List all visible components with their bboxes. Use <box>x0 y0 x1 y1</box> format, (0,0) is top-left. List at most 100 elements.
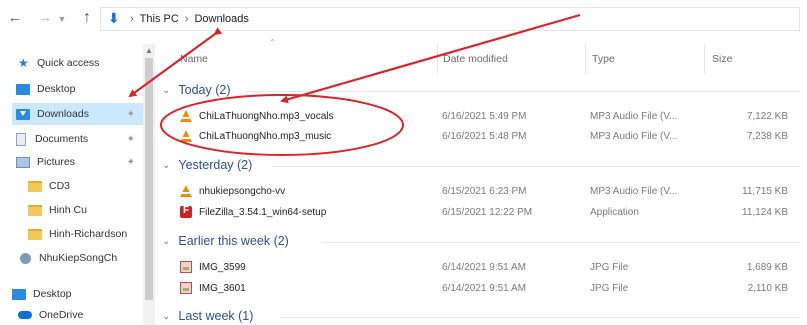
file-date: 6/14/2021 9:51 AM <box>442 283 526 294</box>
group-divider <box>272 166 800 167</box>
breadcrumb-downloads[interactable]: Downloads <box>194 13 248 25</box>
sidebar-item-label: Documents <box>35 133 89 145</box>
column-divider[interactable] <box>437 44 438 74</box>
sidebar-item-nhukiepsongch[interactable]: NhuKiepSongCh <box>18 247 143 269</box>
file-type: MP3 Audio File (V... <box>590 131 678 142</box>
file-row[interactable]: IMG_3599 6/14/2021 9:51 AM JPG File 1,68… <box>160 257 800 277</box>
pictures-icon <box>16 156 30 168</box>
group-header-earlier-this-week[interactable]: ⌄ Earlier this week (2) <box>162 231 289 251</box>
column-header-type[interactable]: Type <box>592 46 702 72</box>
file-date: 6/16/2021 5:48 PM <box>442 131 527 142</box>
file-name: FileZilla_3.54.1_win64-setup <box>199 206 327 218</box>
column-header-size[interactable]: Size <box>712 46 792 72</box>
chevron-down-icon[interactable]: ⌄ <box>162 311 170 322</box>
breadcrumb-separator-icon: › <box>184 13 189 25</box>
file-size: 2,110 KB <box>747 283 788 294</box>
chevron-down-icon[interactable]: ⌄ <box>162 85 170 96</box>
pin-icon: ✦ <box>126 133 135 145</box>
file-name: IMG_3601 <box>199 282 246 294</box>
file-name: ChiLaThuongNho.mp3_vocals <box>199 110 334 122</box>
group-divider <box>280 317 800 318</box>
group-label: Earlier this week (2) <box>178 234 289 248</box>
sidebar-item-label: OneDrive <box>39 309 84 321</box>
sidebar-item-label: CD3 <box>49 180 71 192</box>
file-name: nhukiepsongcho-vv <box>199 185 286 197</box>
chevron-down-icon[interactable]: ⌄ <box>162 160 170 171</box>
pin-icon: ✦ <box>126 108 135 120</box>
image-icon <box>180 282 192 294</box>
scroll-up-icon[interactable]: ▲ <box>145 46 153 55</box>
sidebar-scroll-thumb[interactable] <box>145 58 153 300</box>
file-row[interactable]: FileZilla_3.54.1_win64-setup 6/15/2021 1… <box>160 202 800 222</box>
file-name: ChiLaThuongNho.mp3_music <box>199 130 332 142</box>
vlc-icon <box>180 110 192 122</box>
group-label: Yesterday (2) <box>178 158 253 172</box>
sidebar-item-desktop-root[interactable]: Desktop <box>12 283 143 305</box>
folder-icon <box>28 180 42 192</box>
file-date: 6/15/2021 6:23 PM <box>442 186 527 197</box>
sidebar-item-documents[interactable]: Documents ✦ <box>14 128 143 150</box>
group-header-today[interactable]: ⌄ Today (2) <box>162 80 231 100</box>
recent-locations-chevron-icon[interactable]: ▼ <box>57 9 67 29</box>
sidebar-item-cd3[interactable]: CD3 <box>28 175 143 197</box>
breadcrumb-this-pc[interactable]: This PC <box>140 13 179 25</box>
up-arrow-icon[interactable]: ↑ <box>78 8 96 28</box>
file-type: JPG File <box>590 283 629 294</box>
sidebar-item-label: Desktop <box>33 288 72 300</box>
file-type: MP3 Audio File (V... <box>590 186 678 197</box>
file-name: IMG_3599 <box>199 261 246 273</box>
group-header-yesterday[interactable]: ⌄ Yesterday (2) <box>162 155 252 175</box>
file-type: MP3 Audio File (V... <box>590 111 678 122</box>
sidebar-item-label: NhuKiepSongCh <box>39 252 118 264</box>
group-label: Today (2) <box>178 83 231 97</box>
forward-arrow-icon[interactable]: → <box>36 8 54 28</box>
file-row[interactable]: IMG_3601 6/14/2021 9:51 AM JPG File 2,11… <box>160 278 800 298</box>
sidebar-item-hinh-cu[interactable]: Hinh Cu <box>28 199 143 221</box>
pin-icon: ✦ <box>126 156 135 168</box>
group-label: Last week (1) <box>178 309 254 323</box>
folder-icon <box>28 204 42 216</box>
star-icon: ★ <box>18 55 29 70</box>
download-icon <box>16 108 30 120</box>
sidebar-item-label: Desktop <box>37 83 76 95</box>
file-row[interactable]: ChiLaThuongNho.mp3_vocals 6/16/2021 5:49… <box>160 106 800 126</box>
sidebar-item-downloads[interactable]: Downloads ✦ <box>12 103 143 125</box>
globe-icon <box>20 252 31 264</box>
column-divider[interactable] <box>704 44 705 74</box>
sidebar-item-pictures[interactable]: Pictures ✦ <box>16 151 143 173</box>
file-type: JPG File <box>590 262 629 273</box>
document-icon <box>16 132 26 146</box>
sidebar-item-label: Downloads <box>37 108 89 120</box>
column-divider[interactable] <box>585 44 586 74</box>
file-date: 6/15/2021 12:22 PM <box>442 207 533 218</box>
sidebar-item-desktop[interactable]: Desktop <box>16 78 143 100</box>
group-divider <box>246 91 800 92</box>
filezilla-icon <box>180 205 192 218</box>
sidebar-item-quick-access[interactable]: ★ Quick access <box>18 52 161 74</box>
address-bar[interactable]: ⬇ › This PC › Downloads <box>100 7 800 31</box>
sidebar-item-label: Pictures <box>37 156 75 168</box>
group-divider <box>322 242 800 243</box>
folder-icon <box>28 228 42 240</box>
sidebar-item-label: Quick access <box>37 57 100 69</box>
desktop-icon <box>12 288 26 300</box>
breadcrumb-separator-icon: › <box>130 13 134 25</box>
file-date: 6/14/2021 9:51 AM <box>442 262 526 273</box>
sidebar-item-label: Hinh Cu <box>49 204 87 216</box>
downloads-location-icon: ⬇ <box>108 10 120 26</box>
column-header-date-modified[interactable]: Date modified <box>443 46 583 72</box>
sidebar-item-hinh-richardson[interactable]: Hinh-Richardson <box>28 223 143 245</box>
group-header-last-week[interactable]: ⌄ Last week (1) <box>162 306 253 325</box>
column-header-name[interactable]: Name <box>180 46 438 72</box>
chevron-down-icon[interactable]: ⌄ <box>162 236 170 247</box>
file-row[interactable]: nhukiepsongcho-vv 6/15/2021 6:23 PM MP3 … <box>160 181 800 201</box>
address-bar-area: ← → ▼ ↑ ⬇ › This PC › Downloads <box>0 0 807 38</box>
back-arrow-icon[interactable]: ← <box>6 8 24 28</box>
sidebar-item-onedrive[interactable]: OneDrive <box>18 304 143 325</box>
sidebar-scrollbar[interactable]: ▲ <box>143 44 155 325</box>
file-size: 11,124 KB <box>742 207 788 218</box>
file-size: 1,689 KB <box>746 262 788 273</box>
file-type: Application <box>590 207 639 218</box>
desktop-icon <box>16 83 30 95</box>
file-row[interactable]: ChiLaThuongNho.mp3_music 6/16/2021 5:48 … <box>160 126 800 146</box>
